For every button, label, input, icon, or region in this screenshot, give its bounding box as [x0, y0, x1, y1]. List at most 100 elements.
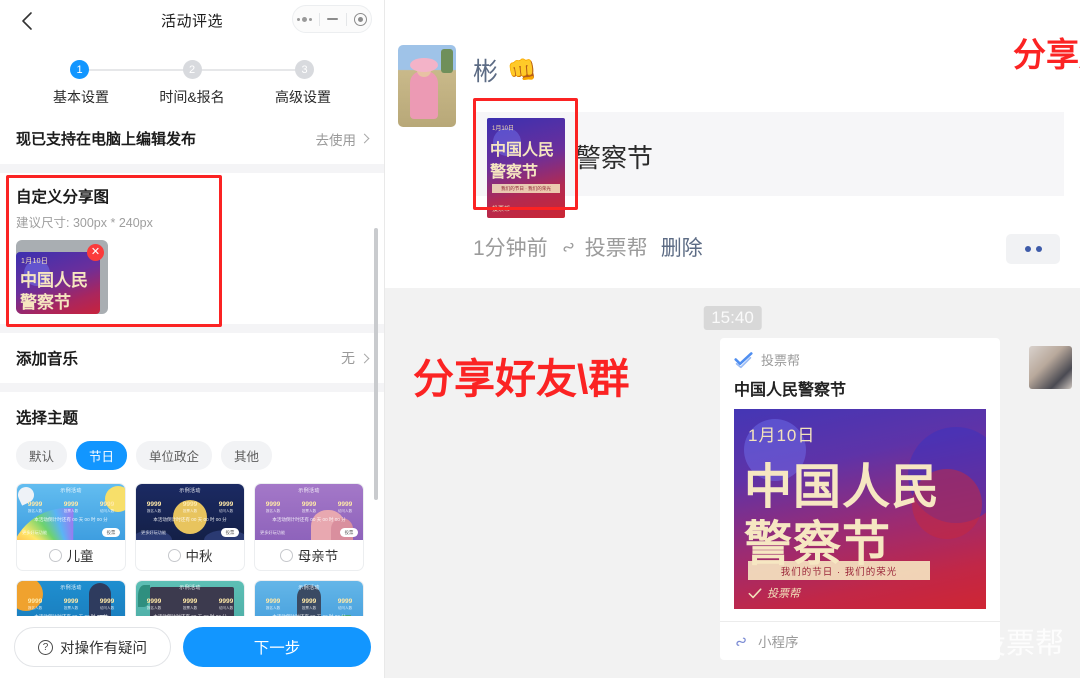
stat-vote: 9999 投票人数	[182, 501, 198, 513]
sample-stats: 9999 报名人数 9999 投票人数 9999 访问人数	[17, 501, 125, 514]
theme-card-footer[interactable]: 母亲节	[255, 540, 363, 570]
stat-signup: 9999 报名人数	[27, 598, 43, 610]
theme-radio[interactable]	[48, 548, 62, 562]
sample-countdown: 本活动倒计时还有 00 天 00 时 00 分	[34, 517, 108, 522]
sample-head: 示例活动	[179, 488, 201, 494]
user-avatar-photo[interactable]	[398, 45, 456, 127]
stat-vote: 9999 投票人数	[63, 598, 79, 610]
theme-section-title: 选择主题	[16, 410, 79, 427]
sample-head: 示例活动	[298, 585, 320, 591]
sample-vote-button: 投票	[340, 528, 358, 537]
sample-head: 示例活动	[60, 488, 82, 494]
sample-foot: 更多好玩功能	[22, 530, 48, 535]
miniprogram-icon	[736, 637, 746, 646]
step-dot-2[interactable]: 2	[182, 60, 202, 79]
target-circle-icon[interactable]	[354, 12, 368, 26]
poster-preview: 1月10日 中国人民 警察节	[16, 252, 100, 314]
stat-visit: 9999 访问人数	[337, 598, 353, 610]
miniprogram-capsule[interactable]	[292, 5, 372, 33]
username-row: 彬 👊	[473, 52, 537, 88]
help-button[interactable]: ? 对操作有疑问	[14, 627, 171, 667]
delete-image-icon[interactable]: ✕	[87, 244, 104, 261]
theme-card-mothersday[interactable]: 示例活动 9999 报名人数 9999 投票人数 9999 访问人数 本活动倒计时还有…	[254, 483, 364, 571]
add-music-label: 添加音乐	[16, 351, 79, 368]
step-label-basic[interactable]: 基本设置	[26, 87, 136, 107]
theme-radio[interactable]	[279, 548, 293, 562]
theme-chip-holiday[interactable]: 节日	[76, 441, 128, 470]
avatar-background-detail	[441, 49, 453, 73]
miniprogram-editor-panel: 活动评选 1 2 3 基本设置 时间&报名 高级设置 现已支持在电脑上编辑发布 …	[0, 0, 385, 678]
theme-thumbnail: 示例活动 9999报名人数 9999投票人数 9999访问人数 本活动倒计时还有…	[255, 484, 363, 540]
theme-thumbnail: 示例活动 9999报名人数 9999投票人数 9999访问人数 本活动倒计时还有…	[17, 484, 125, 540]
theme-chip-gov[interactable]: 单位政企	[136, 441, 213, 470]
username[interactable]: 彬	[473, 52, 498, 88]
chat-conversation: 15:40 分享好友\群 投票帮 中国人民警察节 1月10日 中国人民 警察节 …	[385, 288, 1080, 678]
stat-vote: 9999 投票人数	[301, 501, 317, 513]
toupiaobang-check-icon	[734, 352, 753, 369]
sample-stats: 9999 报名人数 9999 投票人数 9999 访问人数	[136, 501, 244, 514]
go-use-link[interactable]: 去使用	[316, 129, 370, 149]
theme-card-footer[interactable]: 儿童	[17, 540, 125, 570]
sample-stats: 9999 报名人数 9999 投票人数 9999 访问人数	[136, 598, 244, 611]
theme-card-children[interactable]: 示例活动 9999 报名人数 9999 投票人数 9999 访问人数 本活动倒计时还有…	[16, 483, 126, 571]
moments-post: 彬 👊 分享朋友圈 警察节 1月10日 中国人民 警察节 我们的节日 · 我们的…	[385, 0, 1080, 288]
theme-card-midautumn[interactable]: 示例活动 9999 报名人数 9999 投票人数 9999 访问人数 本活动倒计时还有…	[135, 483, 245, 571]
stat-signup: 9999 报名人数	[146, 598, 162, 610]
step-label-time[interactable]: 时间&报名	[137, 87, 247, 107]
step-dot-1[interactable]: 1	[70, 60, 89, 79]
step-dot-3[interactable]: 3	[295, 60, 314, 79]
theme-card-footer[interactable]: 中秋	[136, 540, 244, 570]
app-screen: 活动评选 1 2 3 基本设置 时间&报名 高级设置 现已支持在电脑上编辑发布 …	[0, 0, 1080, 678]
contact-avatar-photo[interactable]	[1029, 346, 1072, 389]
poster-line2: 警察节	[20, 293, 71, 312]
sample-countdown: 本活动倒计时还有 00 天 00 时 00 分	[153, 517, 227, 522]
share-image-size-hint: 建议尺寸: 300px * 240px	[16, 216, 153, 230]
add-music-value[interactable]: 无	[341, 348, 370, 368]
card-header: 投票帮	[720, 338, 1000, 371]
theme-radio[interactable]	[167, 548, 181, 562]
stat-signup: 9999 报名人数	[265, 501, 281, 513]
share-image-thumbnail[interactable]: ✕ 1月10日 中国人民 警察节	[16, 240, 108, 314]
wechat-preview-panel: 彬 👊 分享朋友圈 警察节 1月10日 中国人民 警察节 我们的节日 · 我们的…	[385, 0, 1080, 678]
card-poster-image: 1月10日 中国人民 警察节 我们的节日 · 我们的荣光 投票帮	[734, 409, 986, 609]
section-divider	[0, 164, 384, 173]
next-step-button[interactable]: 下一步	[183, 627, 371, 667]
sample-vote-button: 投票	[221, 528, 239, 537]
stat-signup: 9999 报名人数	[265, 598, 281, 610]
more-dots-icon[interactable]	[296, 16, 312, 22]
annotation-share-moments: 分享朋友圈	[1013, 36, 1080, 73]
poster-logo-text: 投票帮	[767, 588, 800, 600]
capsule-divider	[319, 12, 321, 26]
desktop-editor-notice[interactable]: 现已支持在电脑上编辑发布 去使用	[0, 115, 384, 164]
section-divider	[0, 383, 384, 392]
card-title: 中国人民警察节	[734, 382, 847, 399]
poster-slogan: 我们的节日 · 我们的荣光	[492, 184, 560, 193]
theme-chip-default[interactable]: 默认	[16, 441, 68, 470]
sample-stats: 9999 报名人数 9999 投票人数 9999 访问人数	[17, 598, 125, 611]
section-divider	[0, 324, 384, 333]
vertical-scrollbar[interactable]	[374, 228, 378, 500]
delete-post-link[interactable]: 删除	[661, 232, 703, 262]
step-labels: 基本设置 时间&报名 高级设置	[0, 79, 384, 107]
miniprogram-message-card[interactable]: 投票帮 中国人民警察节 1月10日 中国人民 警察节 我们的节日 · 我们的荣光…	[720, 338, 1000, 660]
theme-label: 儿童	[66, 549, 94, 564]
more-dots-icon[interactable]	[1006, 234, 1060, 264]
poster-line1: 中国人民	[490, 142, 555, 159]
sample-foot: 更多好玩功能	[260, 530, 286, 535]
poster-slogan: 我们的节日 · 我们的荣光	[748, 561, 930, 580]
help-button-label: 对操作有疑问	[60, 640, 147, 657]
miniprogram-icon	[563, 242, 574, 252]
stat-visit: 9999 访问人数	[99, 501, 115, 513]
step-label-advanced[interactable]: 高级设置	[248, 87, 358, 107]
add-music-row[interactable]: 添加音乐 无	[0, 333, 384, 383]
post-share-thumbnail[interactable]: 1月10日 中国人民 警察节 我们的节日 · 我们的荣光 投票帮	[487, 118, 565, 218]
sample-foot: 更多好玩功能	[141, 530, 167, 535]
theme-chip-other[interactable]: 其他	[221, 441, 273, 470]
post-source-app[interactable]: 投票帮	[561, 232, 648, 262]
notice-text: 现已支持在电脑上编辑发布	[16, 131, 197, 148]
minimize-icon[interactable]	[327, 18, 339, 20]
watermark-text: 百家号·投票帮	[880, 628, 1064, 660]
sample-head: 示例活动	[179, 585, 201, 591]
post-meta-row: 1分钟前 投票帮 删除	[473, 232, 703, 262]
stat-vote: 9999 投票人数	[301, 598, 317, 610]
